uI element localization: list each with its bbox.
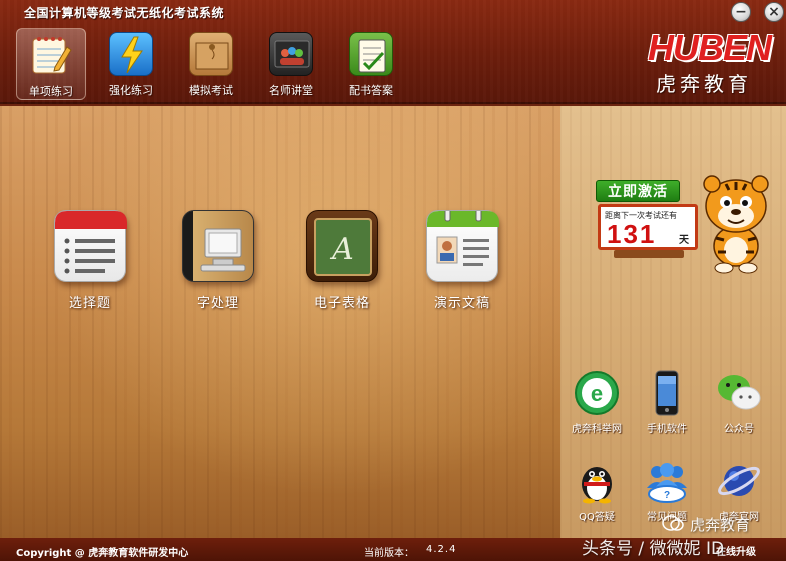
shortcut-qq-support[interactable]: QQ答疑 bbox=[562, 458, 632, 523]
module-label: 字处理 bbox=[196, 296, 239, 311]
tab-master-lecture[interactable]: 名师讲堂 bbox=[256, 28, 326, 100]
version-label: 当前版本： bbox=[364, 548, 414, 559]
users-question-icon: ? bbox=[644, 458, 690, 504]
smartphone-icon bbox=[644, 370, 690, 416]
tiger-mascot-icon bbox=[696, 168, 776, 274]
logo-text: HUBEN bbox=[648, 27, 772, 68]
module-multiple-choice[interactable]: 选择题 bbox=[40, 210, 140, 311]
copyright-text: Copyright @ 虎奔教育软件研发中心 bbox=[16, 548, 189, 559]
watermark-brand: 虎奔教育 bbox=[690, 516, 751, 534]
svg-text:A: A bbox=[329, 232, 354, 267]
shortcut-label: 虎奔科举网 bbox=[572, 424, 622, 435]
activate-widget[interactable]: 立即激活 距离下一次考试还有 131 天 bbox=[596, 175, 778, 276]
shortcut-mobile-app[interactable]: 手机软件 bbox=[632, 370, 702, 435]
list-icon bbox=[54, 210, 127, 282]
checklist-clipboard-icon bbox=[349, 32, 393, 76]
module-label: 选择题 bbox=[68, 296, 111, 311]
shortcut-kejuwang[interactable]: e 虎奔科举网 bbox=[562, 370, 632, 435]
huben-logo: HUBEN 虎奔教育 bbox=[648, 27, 780, 97]
module-panel: 选择题 字处理 A 电子表格 演示文稿 bbox=[0, 106, 560, 538]
board-stand bbox=[614, 250, 684, 258]
tab-mock-exam[interactable]: 模拟考试 bbox=[176, 28, 246, 100]
watermark-author: 头条号 / 微微妮 ID bbox=[582, 539, 725, 559]
svg-text:e: e bbox=[591, 381, 603, 406]
countdown-days: 131 bbox=[607, 219, 657, 249]
tab-book-answers[interactable]: 配书答案 bbox=[336, 28, 406, 100]
exam-countdown-board: 距离下一次考试还有 131 天 bbox=[598, 204, 698, 250]
e-globe-icon: e bbox=[574, 370, 620, 416]
minimize-button[interactable]: − bbox=[731, 2, 751, 22]
tab-single-practice[interactable]: 单项练习 bbox=[16, 28, 86, 100]
window-title: 全国计算机等级考试无纸化考试系统 bbox=[24, 6, 225, 20]
activate-now-button[interactable]: 立即激活 bbox=[596, 180, 680, 202]
wechat-icon bbox=[716, 370, 762, 416]
watermark-logo-icon bbox=[662, 514, 684, 532]
logo-chinese: 虎奔教育 bbox=[656, 72, 752, 96]
planet-icon bbox=[716, 458, 762, 504]
shortcut-label: 公众号 bbox=[724, 424, 754, 435]
svg-text:?: ? bbox=[664, 490, 670, 501]
calendar-contact-icon bbox=[426, 208, 499, 282]
tab-label: 单项练习 bbox=[29, 85, 73, 98]
shortcut-label: 手机软件 bbox=[647, 424, 687, 435]
tab-intensive-practice[interactable]: 强化练习 bbox=[96, 28, 166, 100]
tab-label: 配书答案 bbox=[349, 84, 393, 97]
module-label: 电子表格 bbox=[313, 296, 370, 311]
qq-penguin-icon bbox=[574, 458, 620, 504]
countdown-unit: 天 bbox=[679, 235, 689, 246]
computer-book-icon bbox=[182, 210, 254, 282]
module-presentation[interactable]: 演示文稿 bbox=[412, 208, 512, 311]
notepad-pencil-icon bbox=[29, 33, 73, 77]
shortcut-label: QQ答疑 bbox=[579, 512, 615, 523]
module-word-processing[interactable]: 字处理 bbox=[168, 210, 268, 311]
close-button[interactable]: × bbox=[764, 2, 784, 22]
lecture-video-icon bbox=[269, 32, 313, 76]
module-label: 演示文稿 bbox=[433, 296, 490, 311]
title-bar: 全国计算机等级考试无纸化考试系统 − × 单项练习 强化练习 模拟考试 名师讲堂… bbox=[0, 0, 786, 104]
framed-letter-icon: A bbox=[306, 210, 378, 282]
envelope-folder-icon bbox=[189, 32, 233, 76]
tab-label: 名师讲堂 bbox=[269, 84, 313, 97]
version-value: 4.2.4 bbox=[426, 544, 457, 555]
shortcut-wechat-account[interactable]: 公众号 bbox=[704, 370, 774, 435]
tab-label: 强化练习 bbox=[109, 84, 153, 97]
lightning-icon bbox=[109, 32, 153, 76]
tab-label: 模拟考试 bbox=[189, 84, 233, 97]
module-spreadsheet[interactable]: A 电子表格 bbox=[292, 210, 392, 311]
